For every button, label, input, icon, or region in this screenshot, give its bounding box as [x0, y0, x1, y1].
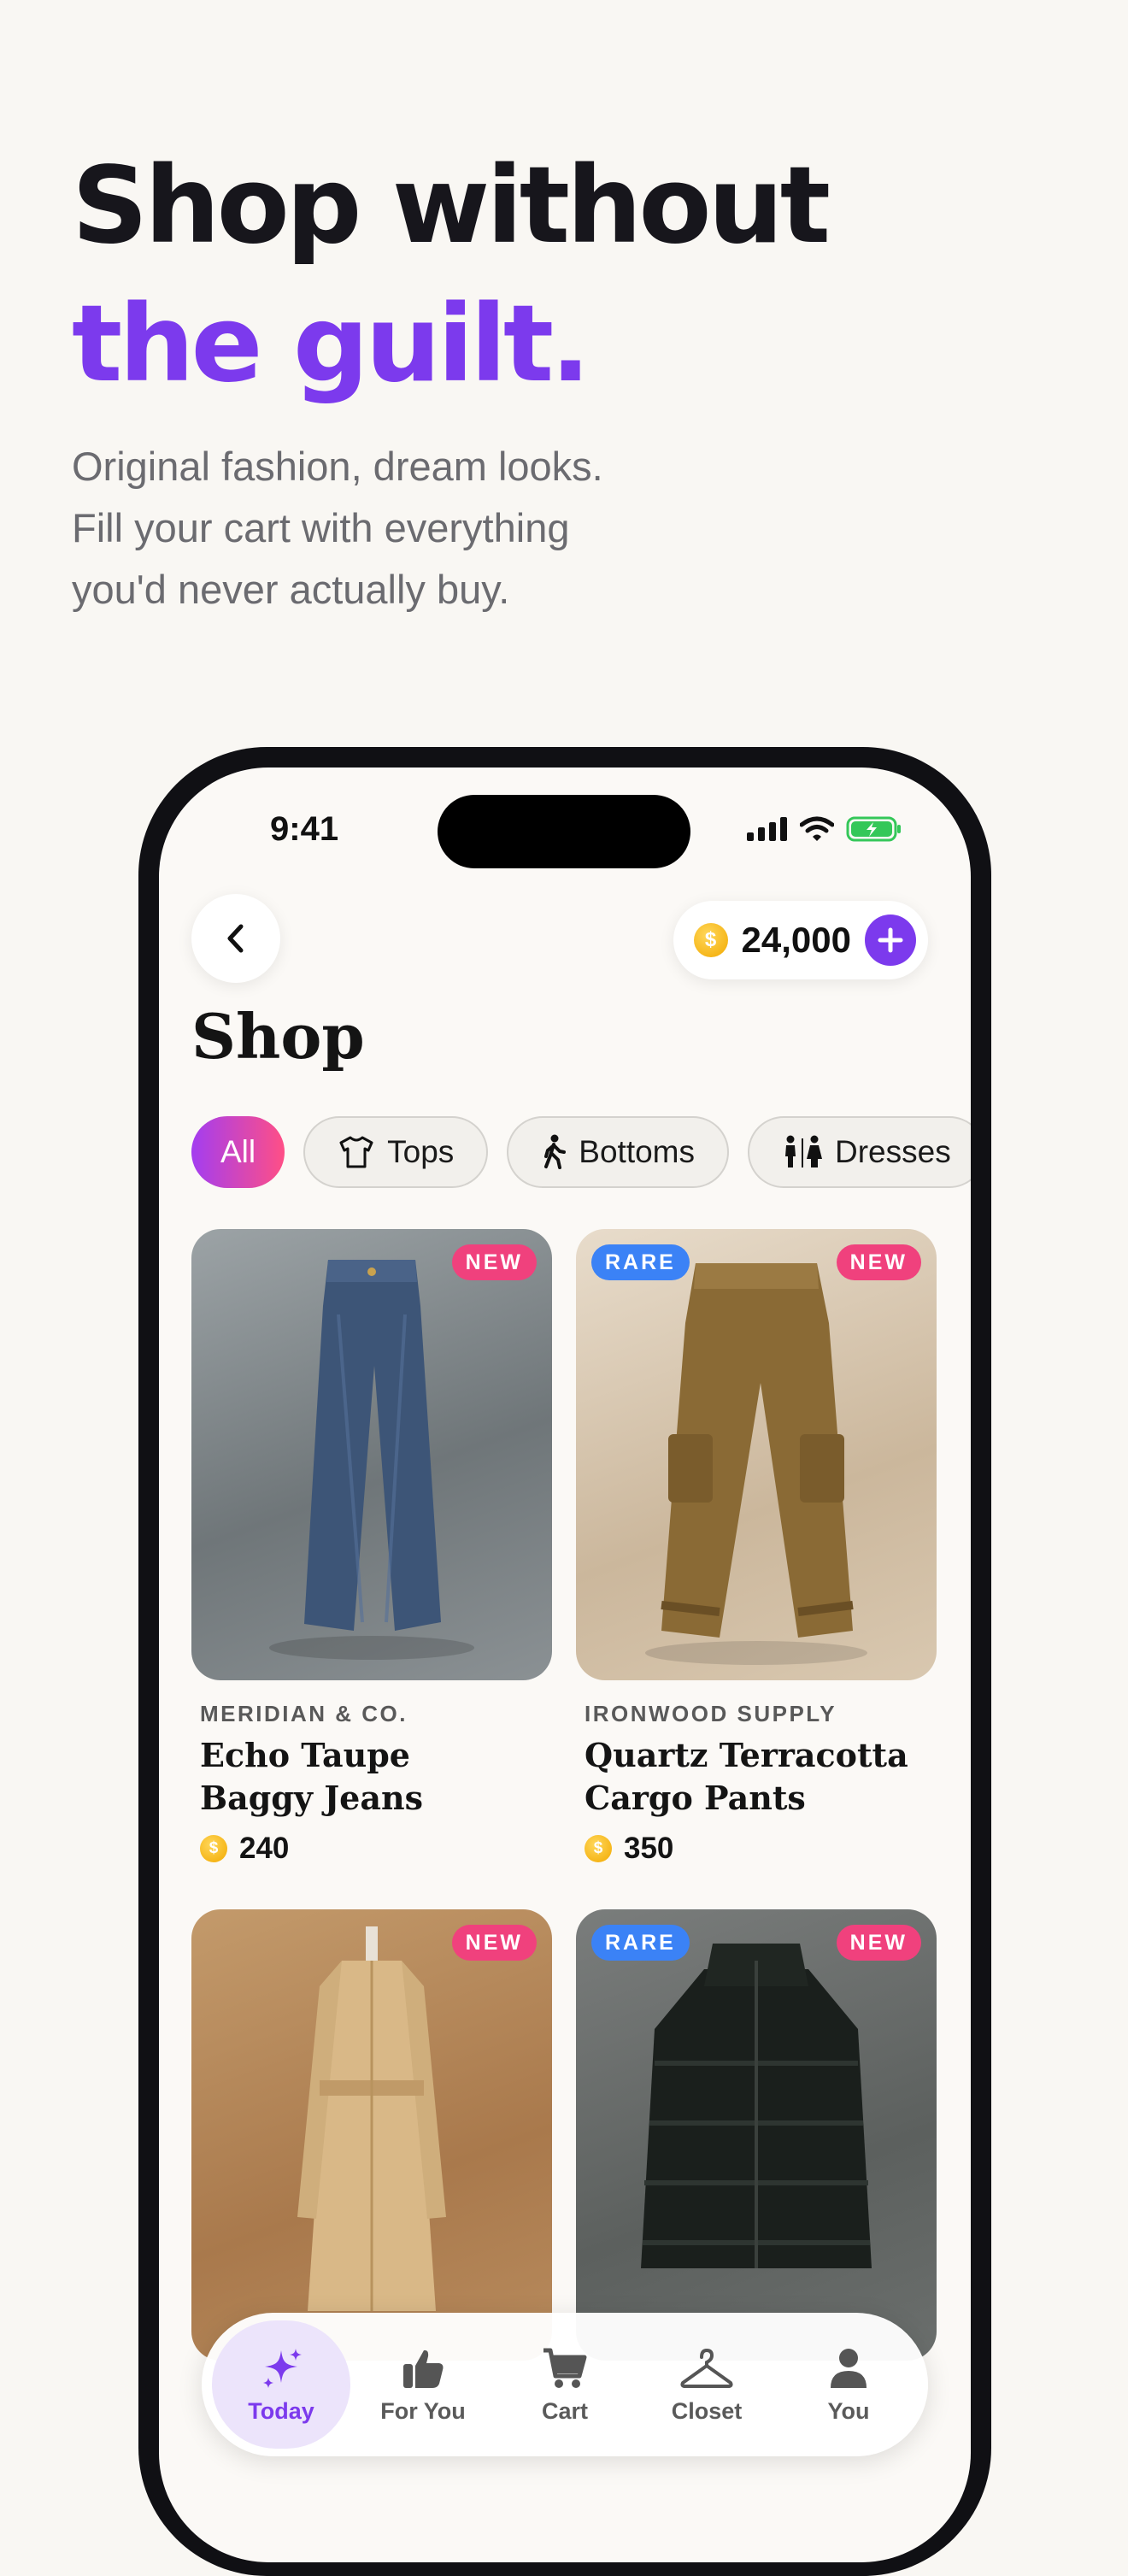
- filter-chip-label: All: [220, 1134, 256, 1169]
- chevron-left-icon: [227, 924, 244, 953]
- signal-icon: [747, 817, 787, 841]
- product-name-line: Baggy Jeans: [200, 1779, 423, 1817]
- product-name: Quartz Terracotta Cargo Pants: [585, 1734, 937, 1820]
- coin-balance-pill: $ 24,000: [673, 901, 928, 979]
- tshirt-icon: [339, 1136, 373, 1168]
- subtitle-line: Fill your cart with everything: [72, 505, 570, 550]
- phone-screen: 9:41 $ 24,000 Shop All Tops Bottoms Dres…: [159, 768, 971, 2562]
- subtitle-line: you'd never actually buy.: [72, 567, 510, 612]
- product-image-cargo-pants: RARE NEW: [576, 1229, 937, 1680]
- tab-label: You: [827, 2397, 870, 2424]
- battery-charging-icon: [846, 816, 901, 842]
- product-price: $ 350: [585, 1832, 937, 1866]
- tab-today[interactable]: Today: [212, 2320, 350, 2449]
- jeans-illustration: [269, 1260, 474, 1660]
- product-name-line: Cargo Pants: [585, 1779, 806, 1817]
- hero-headline: Shop without the guilt.: [72, 137, 831, 414]
- tab-you[interactable]: You: [779, 2320, 918, 2449]
- thumbs-up-icon: [403, 2350, 444, 2388]
- product-image-jeans: NEW: [191, 1229, 552, 1680]
- restroom-icon: [785, 1135, 822, 1167]
- wifi-icon: [800, 816, 834, 841]
- tab-closet[interactable]: Closet: [637, 2320, 776, 2449]
- add-coins-button[interactable]: [865, 915, 916, 966]
- coin-icon: $: [200, 1835, 227, 1862]
- filter-chip-dresses[interactable]: Dresses: [748, 1116, 971, 1188]
- product-card[interactable]: RARE NEW: [576, 1909, 937, 2361]
- tab-bar: Today For You Cart Closet You: [202, 2313, 928, 2456]
- cart-icon: [543, 2348, 587, 2388]
- product-brand: MERIDIAN & CO.: [200, 1701, 408, 1726]
- product-card[interactable]: RARE NEW IRONWOOD SUPPLY Quartz Terracot…: [576, 1229, 937, 1866]
- trench-coat-illustration: [297, 1926, 446, 2311]
- tab-label: Closet: [671, 2397, 743, 2424]
- page-title: Shop: [191, 1000, 365, 1073]
- tab-for-you[interactable]: For You: [354, 2320, 492, 2449]
- filter-chips: All Tops Bottoms Dresses: [191, 1116, 971, 1188]
- new-badge: NEW: [836, 1925, 921, 1961]
- rare-badge: RARE: [591, 1244, 690, 1280]
- product-name: Echo Taupe Baggy Jeans: [200, 1734, 552, 1820]
- coin-icon: $: [585, 1835, 612, 1862]
- cargo-pants-illustration: [645, 1263, 867, 1665]
- new-badge: NEW: [451, 1925, 537, 1961]
- tab-label: For You: [380, 2397, 466, 2424]
- tab-cart[interactable]: Cart: [496, 2320, 634, 2449]
- rare-badge: RARE: [591, 1925, 690, 1961]
- hero-subtitle: Original fashion, dream looks. Fill your…: [72, 436, 721, 620]
- sparkles-icon: [263, 2348, 302, 2388]
- tab-label: Cart: [541, 2397, 588, 2424]
- status-time: 9:41: [270, 810, 339, 848]
- product-image-trench-coat: NEW: [191, 1909, 552, 2361]
- product-brand: IRONWOOD SUPPLY: [585, 1701, 837, 1726]
- coin-balance: 24,000: [741, 920, 851, 960]
- hanger-icon: [680, 2348, 733, 2388]
- headline-line-2: the guilt.: [72, 283, 590, 406]
- product-price-value: 350: [624, 1832, 674, 1865]
- plus-icon: [878, 927, 903, 953]
- person-icon: [831, 2348, 867, 2388]
- new-badge: NEW: [836, 1244, 921, 1280]
- headline-line-1: Shop without: [72, 144, 831, 268]
- product-price: $ 240: [200, 1832, 552, 1866]
- filter-chip-bottoms[interactable]: Bottoms: [507, 1116, 729, 1188]
- coin-icon: $: [693, 923, 728, 957]
- filter-chip-all[interactable]: All: [191, 1116, 285, 1188]
- new-badge: NEW: [451, 1244, 537, 1280]
- dynamic-island: [438, 795, 690, 868]
- puffer-jacket-illustration: [641, 1944, 872, 2268]
- filter-chip-label: Bottoms: [579, 1134, 695, 1169]
- filter-chip-tops[interactable]: Tops: [303, 1116, 489, 1188]
- tab-label: Today: [248, 2397, 314, 2424]
- walking-person-icon: [544, 1134, 567, 1169]
- back-button[interactable]: [191, 894, 280, 983]
- product-name-line: Echo Taupe: [200, 1736, 410, 1774]
- product-card[interactable]: NEW MERIDIAN & CO. Echo Taupe Baggy Jean…: [191, 1229, 552, 1866]
- subtitle-line: Original fashion, dream looks.: [72, 444, 603, 489]
- product-name-line: Quartz Terracotta: [585, 1736, 908, 1774]
- product-price-value: 240: [239, 1832, 290, 1865]
- filter-chip-label: Dresses: [835, 1134, 951, 1169]
- status-icons: [747, 815, 902, 843]
- product-image-puffer-jacket: RARE NEW: [576, 1909, 937, 2361]
- product-card[interactable]: NEW: [191, 1909, 552, 2361]
- filter-chip-label: Tops: [387, 1134, 455, 1169]
